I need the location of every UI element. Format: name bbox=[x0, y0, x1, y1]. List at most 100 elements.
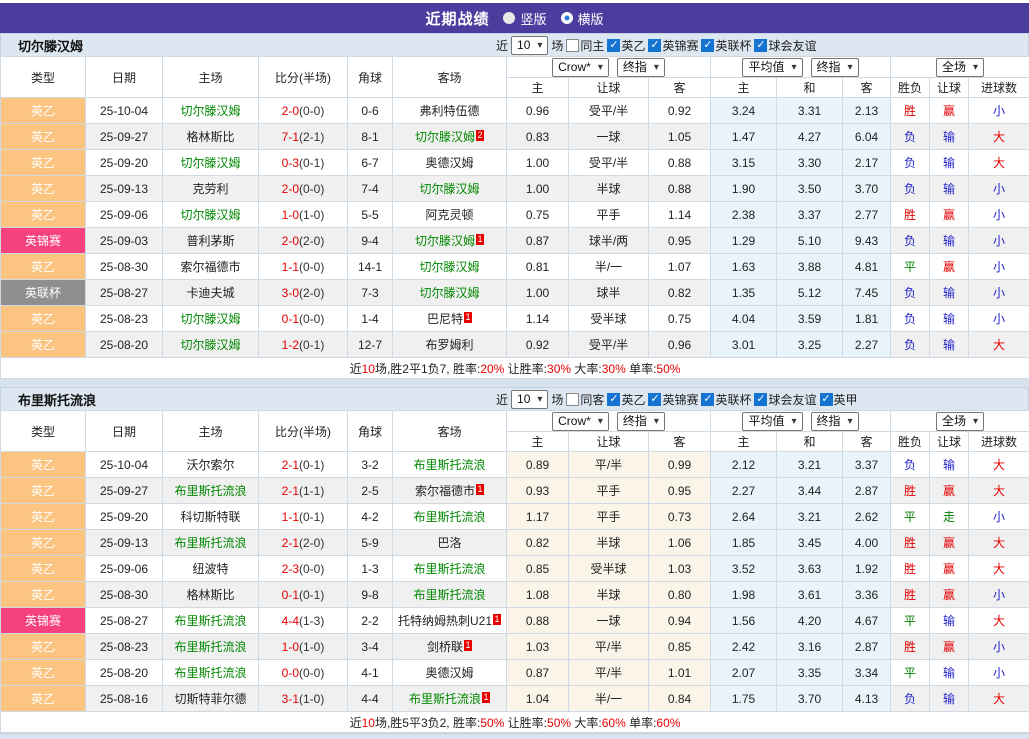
league-type-cell: 英乙 bbox=[1, 124, 86, 150]
fulltime-score: 2-1 bbox=[282, 458, 299, 472]
handicap-line: 一球 bbox=[569, 608, 649, 634]
bookmaker-stage-select[interactable]: 终指▾ bbox=[617, 412, 665, 431]
avg-draw-odds: 3.21 bbox=[777, 504, 843, 530]
halftime-score: (1-0) bbox=[299, 640, 324, 654]
same-venue-checkbox[interactable]: 同客 bbox=[566, 391, 604, 408]
league-filter-checkbox[interactable]: ✓英联杯 bbox=[701, 391, 751, 408]
league-type-cell: 英乙 bbox=[1, 660, 86, 686]
league-filter-checkbox[interactable]: ✓英乙 bbox=[607, 37, 645, 54]
avg-home-odds: 2.42 bbox=[711, 634, 777, 660]
crow-away-odds: 0.73 bbox=[649, 504, 711, 530]
league-type-cell: 英乙 bbox=[1, 530, 86, 556]
team-label: 布里斯托流浪 bbox=[174, 484, 246, 498]
subcol-goals-result: 进球数 bbox=[969, 78, 1029, 98]
bookmaker-select[interactable]: Crow*▾ bbox=[552, 58, 609, 77]
result-handicap: 输 bbox=[930, 228, 969, 254]
corners-cell: 6-7 bbox=[348, 150, 393, 176]
radio-vertical-layout[interactable]: 竖版 bbox=[503, 9, 546, 28]
avg-away-odds: 4.13 bbox=[843, 686, 891, 712]
fulltime-score: 1-0 bbox=[282, 640, 299, 654]
scope-select[interactable]: 全场▾ bbox=[936, 412, 984, 431]
match-count-select[interactable]: 10▾ bbox=[511, 36, 548, 55]
match-row: 英联杯25-08-27卡迪夫城3-0(2-0)7-3切尔滕汉姆1.00球半0.8… bbox=[1, 280, 1029, 306]
league-filter-checkbox[interactable]: ✓英联杯 bbox=[701, 37, 751, 54]
avg-away-odds: 9.43 bbox=[843, 228, 891, 254]
team-panel-cheltenham: 切尔滕汉姆 近10▾场同主✓英乙✓英锦赛✓英联杯✓球会友谊 类型 日期 主场 比… bbox=[0, 33, 1029, 379]
crow-home-odds: 0.83 bbox=[507, 124, 569, 150]
league-filter-checkbox[interactable]: ✓英甲 bbox=[820, 391, 858, 408]
radio-horizontal-layout[interactable]: 横版 bbox=[561, 9, 604, 28]
subcol-crow-home: 主 bbox=[507, 78, 569, 98]
score-cell: 1-2(0-1) bbox=[259, 332, 348, 358]
away-team-cell: 切尔滕汉姆 bbox=[393, 280, 507, 306]
titlebar: 近期战绩 竖版 横版 bbox=[0, 3, 1029, 33]
summary-segment: 50% bbox=[480, 716, 504, 730]
bookmaker-select[interactable]: Crow*▾ bbox=[552, 412, 609, 431]
result-handicap: 赢 bbox=[930, 202, 969, 228]
crow-away-odds: 0.96 bbox=[649, 332, 711, 358]
corners-cell: 4-4 bbox=[348, 686, 393, 712]
avg-draw-odds: 3.70 bbox=[777, 686, 843, 712]
summary-segment: 50% bbox=[656, 362, 680, 376]
average-stage-select[interactable]: 终指▾ bbox=[811, 412, 859, 431]
corners-cell: 5-5 bbox=[348, 202, 393, 228]
handicap-line: 平手 bbox=[569, 504, 649, 530]
bookmaker-select-value: Crow* bbox=[558, 414, 591, 429]
handicap-line: 一球 bbox=[569, 124, 649, 150]
avg-away-odds: 3.34 bbox=[843, 660, 891, 686]
scope-select-value: 全场 bbox=[942, 60, 966, 75]
checkbox-icon bbox=[566, 39, 579, 52]
summary-segment: 大率: bbox=[571, 716, 602, 730]
league-filter-checkbox[interactable]: ✓英锦赛 bbox=[648, 37, 698, 54]
team-label: 布里斯托流浪 bbox=[174, 640, 246, 654]
crow-away-odds: 0.95 bbox=[649, 228, 711, 254]
corners-cell: 4-2 bbox=[348, 504, 393, 530]
score-cell: 0-0(0-0) bbox=[259, 660, 348, 686]
match-count-select[interactable]: 10▾ bbox=[511, 390, 548, 409]
team-label: 布里斯托流浪 bbox=[174, 666, 246, 680]
match-row: 英乙25-09-27格林斯比7-1(2-1)8-1切尔滕汉姆20.83一球1.0… bbox=[1, 124, 1029, 150]
halftime-score: (0-1) bbox=[299, 338, 324, 352]
avg-draw-odds: 3.63 bbox=[777, 556, 843, 582]
result-goals: 大 bbox=[969, 150, 1029, 176]
away-team-cell: 巴洛 bbox=[393, 530, 507, 556]
avg-home-odds: 3.52 bbox=[711, 556, 777, 582]
team-label: 切尔滕汉姆 bbox=[180, 338, 240, 352]
average-stage-select[interactable]: 终指▾ bbox=[811, 58, 859, 77]
result-goals: 小 bbox=[969, 254, 1029, 280]
chevron-down-icon: ▾ bbox=[792, 414, 797, 429]
home-team-cell: 切尔滕汉姆 bbox=[163, 98, 259, 124]
team-label: 布罗姆利 bbox=[425, 338, 473, 352]
corners-cell: 5-9 bbox=[348, 530, 393, 556]
handicap-line: 受平/半 bbox=[569, 150, 649, 176]
summary-segment: 近 bbox=[350, 716, 362, 730]
checkbox-label: 英联杯 bbox=[715, 37, 751, 54]
league-filter-checkbox[interactable]: ✓球会友谊 bbox=[754, 37, 816, 54]
handicap-line: 球半/两 bbox=[569, 228, 649, 254]
result-handicap: 输 bbox=[930, 150, 969, 176]
result-handicap: 输 bbox=[930, 660, 969, 686]
team-label: 索尔福德市 bbox=[180, 260, 240, 274]
halftime-score: (0-0) bbox=[299, 260, 324, 274]
match-row: 英乙25-08-23布里斯托流浪1-0(1-0)3-4剑桥联11.03平/半0.… bbox=[1, 634, 1029, 660]
team-label: 科切斯特联 bbox=[180, 510, 240, 524]
league-filter-checkbox[interactable]: ✓球会友谊 bbox=[754, 391, 816, 408]
corners-cell: 1-3 bbox=[348, 556, 393, 582]
corners-cell: 2-5 bbox=[348, 478, 393, 504]
same-venue-checkbox[interactable]: 同主 bbox=[566, 37, 604, 54]
avg-home-odds: 3.15 bbox=[711, 150, 777, 176]
fulltime-score: 3-1 bbox=[282, 692, 299, 706]
score-cell: 2-0(0-0) bbox=[259, 98, 348, 124]
date-cell: 25-08-27 bbox=[86, 608, 163, 634]
league-filter-checkbox[interactable]: ✓英锦赛 bbox=[648, 391, 698, 408]
scope-select[interactable]: 全场▾ bbox=[936, 58, 984, 77]
halftime-score: (2-0) bbox=[299, 536, 324, 550]
date-cell: 25-09-27 bbox=[86, 124, 163, 150]
halftime-score: (1-0) bbox=[299, 692, 324, 706]
team-label: 阿克灵顿 bbox=[425, 208, 473, 222]
bookmaker-stage-select[interactable]: 终指▾ bbox=[617, 58, 665, 77]
average-select[interactable]: 平均值▾ bbox=[742, 412, 802, 431]
subcol-crow-handicap: 让球 bbox=[569, 432, 649, 452]
league-filter-checkbox[interactable]: ✓英乙 bbox=[607, 391, 645, 408]
average-select[interactable]: 平均值▾ bbox=[742, 58, 802, 77]
